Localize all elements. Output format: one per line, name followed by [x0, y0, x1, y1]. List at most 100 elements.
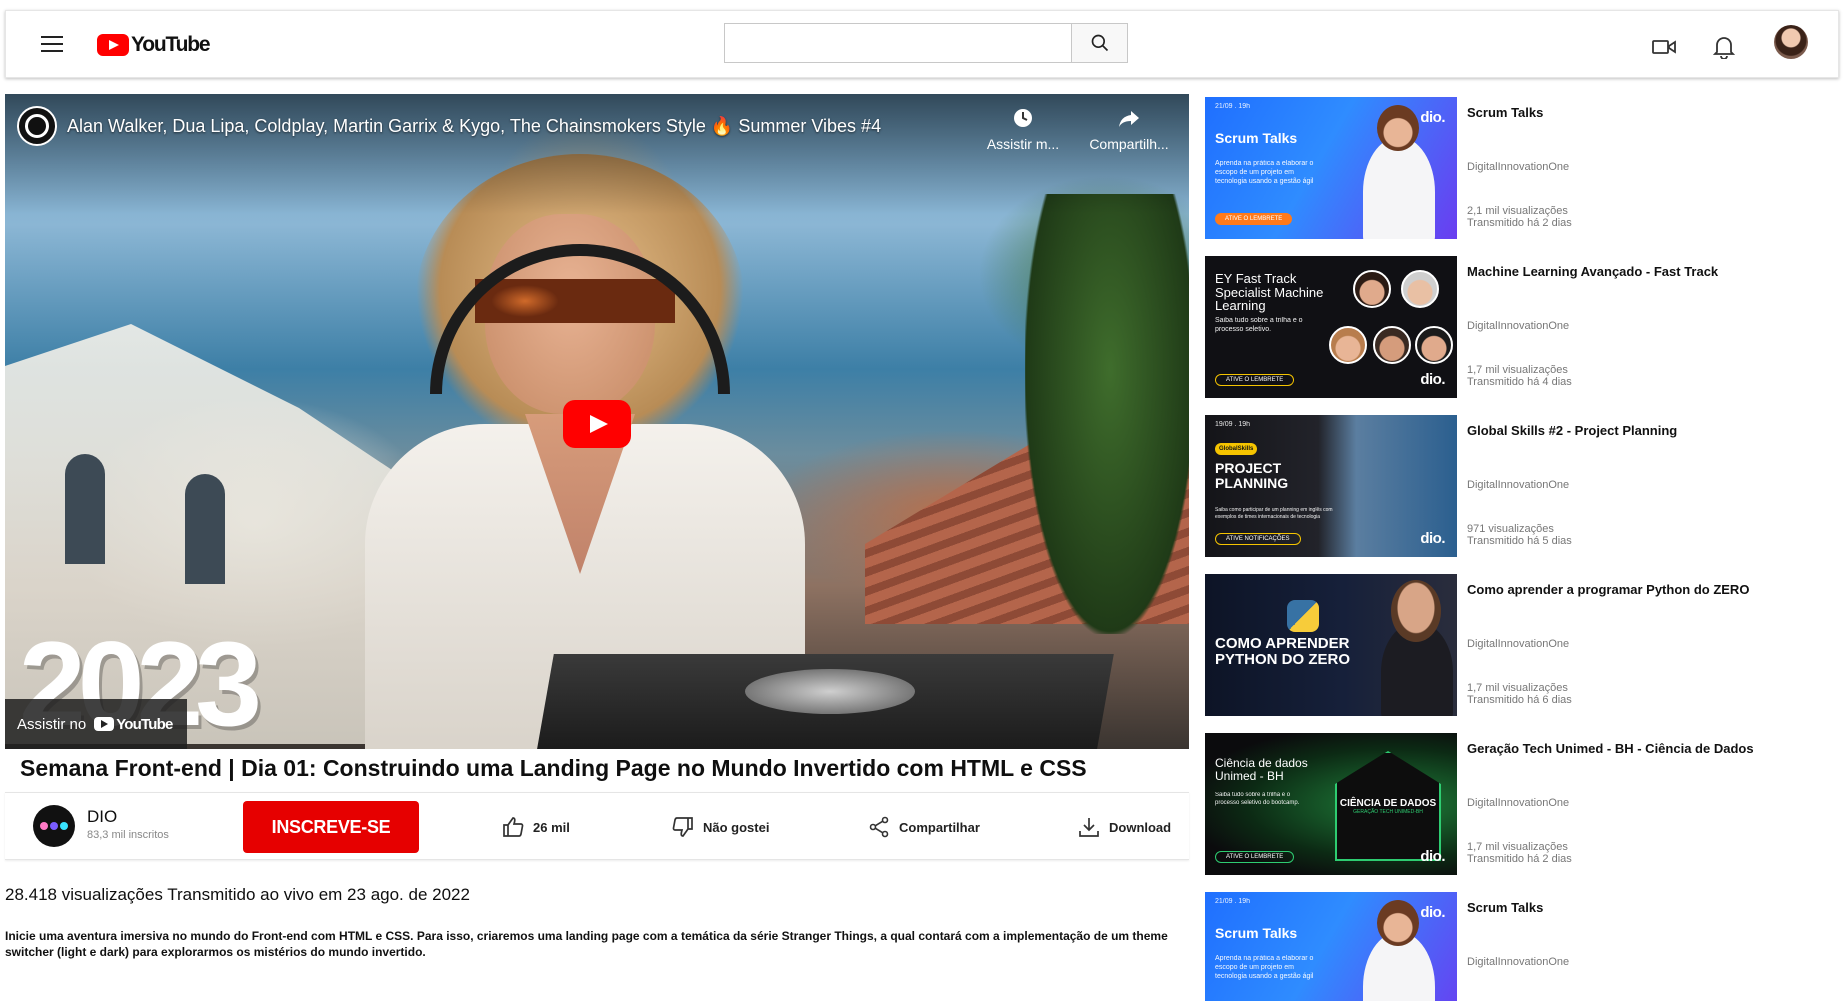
recommendation-item[interactable]: 21/09 . 19h Scrum Talks Aprenda na práti…: [1205, 892, 1815, 1001]
recommendation-views: 1,7 mil visualizações: [1467, 682, 1568, 694]
recommendation-channel[interactable]: DigitalInnovationOne: [1467, 956, 1569, 968]
thumb-tag: GlobalSkills: [1215, 443, 1258, 455]
thumb-subtitle: Aprenda na prática a elaborar o escopo d…: [1215, 160, 1314, 185]
thumb-brand: dio.: [1420, 904, 1445, 921]
villa-window: [65, 454, 105, 564]
thumb-subtitle: Saiba como participar de um planning em …: [1215, 507, 1333, 520]
recommendation-channel[interactable]: DigitalInnovationOne: [1467, 161, 1569, 173]
recommendation-item[interactable]: 19/09 . 19h GlobalSkills PROJECT PLANNIN…: [1205, 415, 1815, 557]
recommendation-age: Transmitido há 6 dias: [1467, 694, 1572, 706]
thumb-subtitle: Saiba tudo sobre a trilha e o processo s…: [1215, 317, 1303, 333]
player-video-title[interactable]: Alan Walker, Dua Lipa, Coldplay, Martin …: [67, 116, 881, 137]
video-thumbnail[interactable]: COMO APRENDER PYTHON DO ZERO: [1205, 574, 1457, 716]
dislike-label: Não gostei: [703, 819, 770, 835]
search-button[interactable]: [1071, 24, 1127, 62]
dislike-button[interactable]: Não gostei: [671, 815, 769, 839]
hamburger-menu-icon[interactable]: [34, 31, 70, 59]
recommendation-channel[interactable]: DigitalInnovationOne: [1467, 320, 1569, 332]
recommendation-item[interactable]: EY Fast Track Specialist Machine Learnin…: [1205, 256, 1815, 398]
recommendation-channel[interactable]: DigitalInnovationOne: [1467, 479, 1569, 491]
thumb-subtitle: Saiba tudo sobre a trilha e o processo s…: [1215, 792, 1300, 806]
like-button[interactable]: 26 mil: [501, 815, 570, 839]
subscribe-button[interactable]: INSCREVE-SE: [243, 801, 419, 853]
python-logo-icon: [1287, 600, 1319, 632]
thumb-reminder-pill: ATIVE O LEMBRETE: [1215, 374, 1295, 386]
presenter-head: [1377, 900, 1419, 946]
share-arrow-icon: [1119, 111, 1139, 127]
course-badge-title: CIÊNCIA DE DADOS: [1339, 797, 1437, 809]
logo-text: YouTube: [131, 33, 211, 56]
video-thumbnail[interactable]: Ciência de dados Unimed - BH Saiba tudo …: [1205, 733, 1457, 875]
user-avatar[interactable]: [1774, 25, 1808, 59]
search-bar: [724, 23, 1128, 63]
thumb-brand: dio.: [1420, 530, 1445, 547]
thumb-subtitle: Aprenda na prática a elaborar o escopo d…: [1215, 955, 1314, 980]
speaker-photo: [1329, 326, 1367, 364]
thumb-date: 19/09 . 19h: [1215, 421, 1251, 428]
video-thumbnail[interactable]: 21/09 . 19h Scrum Talks Aprenda na práti…: [1205, 892, 1457, 1001]
recommendation-title[interactable]: Scrum Talks: [1467, 900, 1543, 915]
speaker-photo: [1415, 326, 1453, 364]
speaker-photo: [1401, 270, 1439, 308]
presenter-head: [1391, 580, 1441, 642]
video-title: Semana Front-end | Dia 01: Construindo u…: [20, 755, 1087, 781]
youtube-play-icon: [94, 717, 115, 731]
recommendation-title[interactable]: Geração Tech Unimed - BH - Ciência de Da…: [1467, 741, 1754, 756]
recommendation-item[interactable]: 21/09 . 19h Scrum Talks Aprenda na práti…: [1205, 97, 1815, 239]
watch-later-label: Assistir m...: [986, 136, 1060, 152]
presenter-head: [1377, 105, 1419, 151]
recommendation-age: Transmitido há 4 dias: [1467, 376, 1572, 388]
notifications-bell-icon[interactable]: [1710, 35, 1738, 59]
recommendation-meta: 1,7 mil visualizações Transmitido há 2 d…: [1467, 841, 1572, 865]
search-icon: [1091, 34, 1108, 52]
video-player[interactable]: Alan Walker, Dua Lipa, Coldplay, Martin …: [5, 94, 1189, 749]
thumb-brand: dio.: [1420, 848, 1445, 865]
share-icon: [869, 816, 889, 838]
thumb-heading: EY Fast Track Specialist Machine Learnin…: [1215, 271, 1324, 314]
course-badge-subtitle: GERAÇÃO TECH UNIMED-BH: [1353, 808, 1423, 815]
watch-on-youtube-button[interactable]: Assistir no YouTube: [5, 699, 187, 749]
thumb-date: 21/09 . 19h: [1215, 898, 1251, 905]
watch-later-button[interactable]: Assistir m...: [973, 106, 1073, 152]
video-thumbnail[interactable]: EY Fast Track Specialist Machine Learnin…: [1205, 256, 1457, 398]
channel-icon[interactable]: [17, 106, 57, 146]
channel-avatar[interactable]: [33, 805, 75, 847]
recommendation-title[interactable]: Scrum Talks: [1467, 105, 1543, 120]
top-header: YouTube: [5, 10, 1839, 78]
video-actions-bar: DIO 83,3 mil inscritos INSCREVE-SE 26 mi…: [5, 792, 1189, 860]
video-thumbnail[interactable]: 21/09 . 19h Scrum Talks Aprenda na práti…: [1205, 97, 1457, 239]
recommendation-age: Transmitido há 2 dias: [1467, 217, 1572, 229]
video-description: Inicie uma aventura imersiva no mundo do…: [5, 929, 1168, 959]
thumb-heading: PROJECT PLANNING: [1215, 460, 1289, 491]
recommendation-title[interactable]: Global Skills #2 - Project Planning: [1467, 423, 1677, 438]
recommendation-title[interactable]: Como aprender a programar Python do ZERO: [1467, 582, 1749, 597]
thumb-heading: Scrum Talks: [1215, 130, 1298, 146]
speaker-photo: [1353, 270, 1391, 308]
thumb-heading: COMO APRENDER PYTHON DO ZERO: [1215, 635, 1351, 668]
thumb-heading: Scrum Talks: [1215, 925, 1298, 941]
player-share-label: Compartilh...: [1089, 136, 1169, 152]
recommendation-item[interactable]: COMO APRENDER PYTHON DO ZERO Como aprend…: [1205, 574, 1815, 716]
recommendation-views: 971 visualizações: [1467, 523, 1554, 535]
create-video-icon[interactable]: [1650, 35, 1678, 59]
channel-name[interactable]: DIO: [87, 807, 117, 827]
play-button[interactable]: [563, 400, 631, 448]
recommendation-title[interactable]: Machine Learning Avançado - Fast Track: [1467, 264, 1718, 279]
course-badge: CIÊNCIA DE DADOS GERAÇÃO TECH UNIMED-BH: [1335, 751, 1441, 861]
villa-window: [185, 474, 225, 584]
watch-on-brand: YouTube: [94, 716, 173, 733]
channel-subscribers: 83,3 mil inscritos: [87, 829, 169, 841]
presenter-figure: [1363, 137, 1435, 239]
recommendation-item[interactable]: Ciência de dados Unimed - BH Saiba tudo …: [1205, 733, 1815, 875]
recommendation-channel[interactable]: DigitalInnovationOne: [1467, 638, 1569, 650]
download-button[interactable]: Download: [1077, 815, 1171, 839]
share-button[interactable]: Compartilhar: [867, 815, 980, 839]
video-thumbnail[interactable]: 19/09 . 19h GlobalSkills PROJECT PLANNIN…: [1205, 415, 1457, 557]
download-label: Download: [1109, 819, 1172, 835]
thumb-brand: dio.: [1420, 371, 1445, 388]
player-share-button[interactable]: Compartilh...: [1079, 106, 1179, 152]
recommendation-channel[interactable]: DigitalInnovationOne: [1467, 797, 1569, 809]
youtube-logo[interactable]: YouTube: [97, 33, 211, 57]
thumb-reminder-pill: ATIVE O LEMBRETE: [1215, 851, 1295, 863]
search-input[interactable]: [725, 24, 1071, 62]
